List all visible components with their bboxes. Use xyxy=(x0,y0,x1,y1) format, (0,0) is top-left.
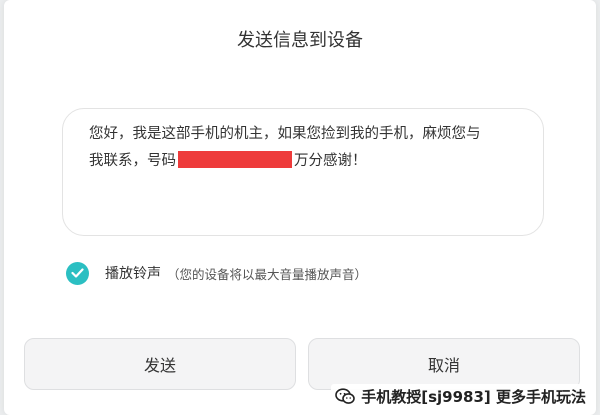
message-line-2: 我联系，号码 万分感谢！ xyxy=(89,148,521,175)
wechat-icon xyxy=(335,387,356,404)
cancel-button[interactable]: 取消 xyxy=(308,338,580,390)
redacted-phone-number xyxy=(178,151,292,168)
message-textarea[interactable]: 您好，我是这部手机的机主，如果您捡到我的手机，麻烦您与 我联系，号码 万分感谢！ xyxy=(62,108,544,236)
play-ringtone-option[interactable]: 播放铃声 （您的设备将以最大音量播放声音） xyxy=(66,260,367,286)
message-line-2-prefix: 我联系，号码 xyxy=(89,153,176,169)
send-message-dialog: 发送信息到设备 您好，我是这部手机的机主，如果您捡到我的手机，麻烦您与 我联系，… xyxy=(4,0,596,415)
message-line-2-suffix: 万分感谢！ xyxy=(294,153,367,169)
ringtone-hint: （您的设备将以最大音量播放声音） xyxy=(167,266,368,282)
checkbox-checked-icon[interactable] xyxy=(66,261,89,285)
dialog-title: 发送信息到设备 xyxy=(237,30,363,51)
send-button[interactable]: 发送 xyxy=(24,338,296,390)
watermark: 手机教授[sj9983] 更多手机玩法 xyxy=(331,384,592,408)
checkmark-icon xyxy=(71,268,84,278)
watermark-text: 手机教授[sj9983] 更多手机玩法 xyxy=(361,387,586,406)
ringtone-label: 播放铃声 xyxy=(105,266,161,282)
message-line-1: 您好，我是这部手机的机主，如果您捡到我的手机，麻烦您与 xyxy=(89,126,481,142)
